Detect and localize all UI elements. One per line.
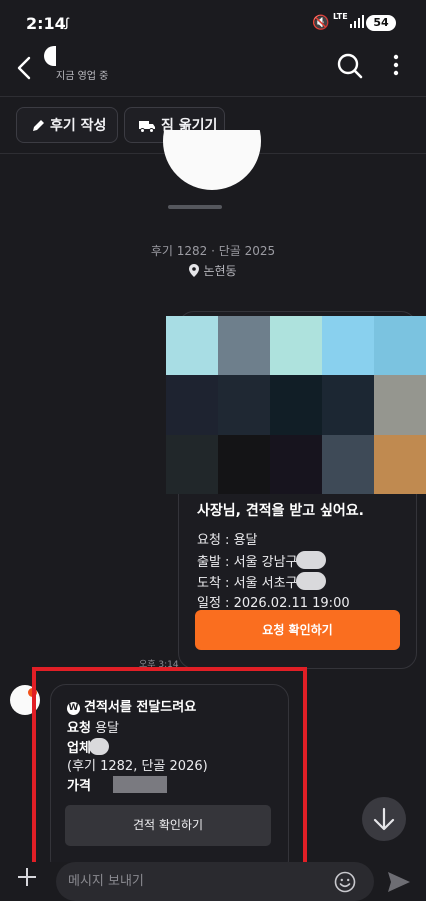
highlight-annotation xyxy=(32,667,307,868)
business-stats: 후기 1282 · 단골 2025 xyxy=(150,244,276,258)
signal-icon xyxy=(350,15,364,28)
chat-header: 지금 영업 중 xyxy=(0,44,426,96)
write-review-button[interactable]: 후기 작성 xyxy=(16,107,118,143)
send-icon[interactable] xyxy=(386,870,412,894)
redacted-name xyxy=(168,205,222,209)
avatar xyxy=(44,46,56,66)
write-review-label: 후기 작성 xyxy=(50,118,107,134)
emoji-icon[interactable] xyxy=(334,871,356,893)
pencil-icon xyxy=(33,120,44,131)
arrival-line: 도착 : 서울 서초구 xyxy=(197,572,407,593)
business-location: 논현동 xyxy=(0,262,426,279)
more-menu-icon[interactable] xyxy=(386,54,406,82)
departure-line: 출발 : 서울 강남구 xyxy=(197,551,407,572)
scroll-down-button[interactable] xyxy=(362,797,406,841)
map-image xyxy=(166,316,426,494)
line-value: 서울 서초구 xyxy=(233,576,298,591)
attach-button[interactable] xyxy=(16,866,38,888)
plus-icon xyxy=(18,868,36,886)
battery-icon: 54 xyxy=(366,15,396,31)
line-value: 서울 강남구 xyxy=(233,555,298,570)
arrow-down-icon xyxy=(373,807,395,831)
confirm-request-button[interactable]: 요청 확인하기 xyxy=(195,610,400,650)
business-status: 지금 영업 중 xyxy=(56,71,109,82)
location-label: 논현동 xyxy=(203,264,237,278)
line-value: 2026.02.11 19:00 xyxy=(233,596,350,611)
line-label: 출발 xyxy=(197,555,221,570)
redacted-address xyxy=(295,572,326,590)
profile-image xyxy=(163,130,261,190)
status-bar: 2:14 ꭍ 🔇 LTE 54 xyxy=(0,0,426,44)
network-type: LTE xyxy=(333,12,348,21)
chevron-left-icon xyxy=(17,56,31,80)
message-input[interactable] xyxy=(56,862,374,901)
request-title: 사장님, 견적을 받고 싶어요. xyxy=(197,503,364,519)
line-value: 용달 xyxy=(233,533,258,548)
redacted-address xyxy=(295,551,326,569)
line-label: 요청 xyxy=(197,533,221,548)
mute-icon: 🔇 xyxy=(312,15,330,31)
back-button[interactable] xyxy=(16,50,46,86)
search-icon[interactable] xyxy=(336,52,364,80)
request-details: 사장님, 견적을 받고 싶어요. 요청 : 용달 출발 : 서울 강남구 도착 … xyxy=(197,500,407,614)
tiktok-icon: ꭍ xyxy=(64,15,70,33)
line-label: 일정 xyxy=(197,596,221,611)
divider xyxy=(0,96,426,97)
status-time: 2:14 xyxy=(26,14,66,33)
location-pin-icon xyxy=(189,264,200,277)
request-type-line: 요청 : 용달 xyxy=(197,533,258,548)
line-label: 도착 xyxy=(197,576,221,591)
truck-icon xyxy=(139,121,155,133)
